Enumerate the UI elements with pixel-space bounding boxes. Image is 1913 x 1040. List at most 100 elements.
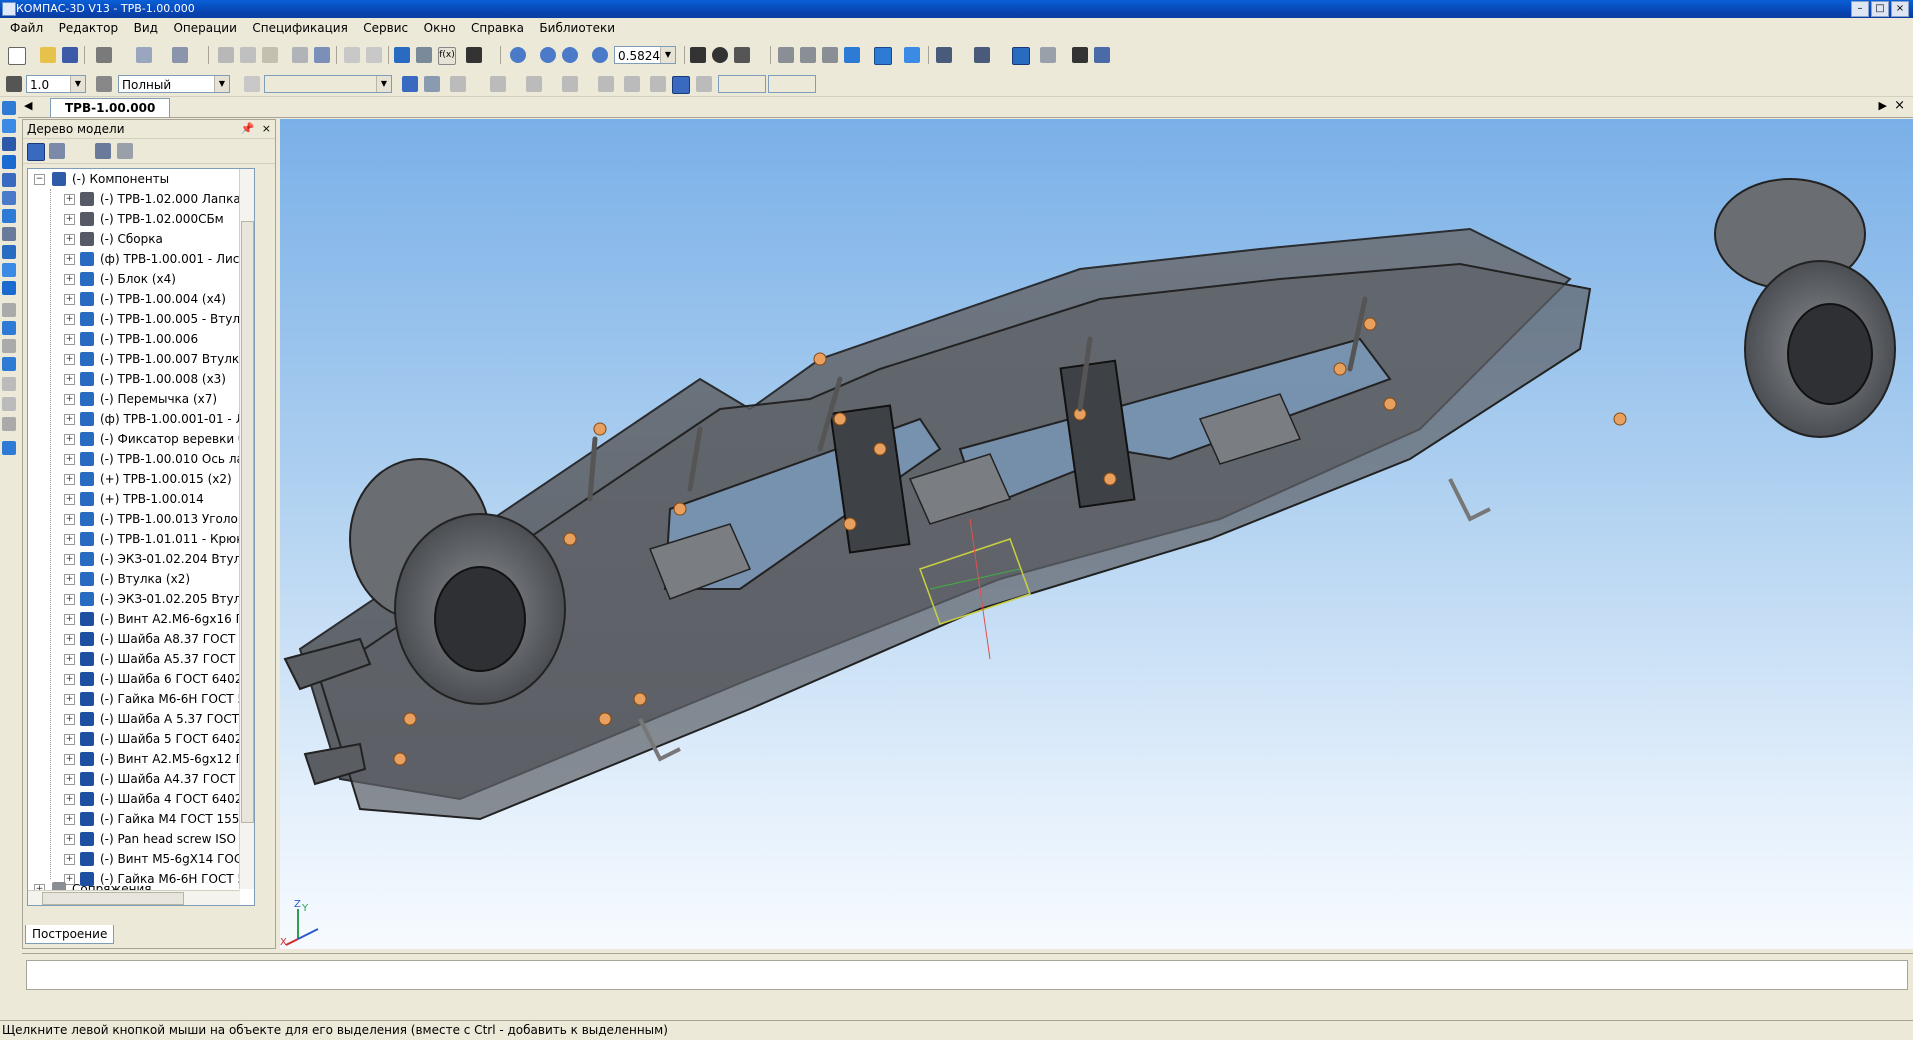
undo-icon[interactable] <box>344 47 360 63</box>
expand-icon[interactable]: + <box>64 574 75 585</box>
collision-icon[interactable] <box>2 441 16 455</box>
new-document-icon[interactable] <box>8 47 26 65</box>
document-close-icon[interactable]: × <box>1894 98 1905 113</box>
tree-horizontal-scrollbar[interactable] <box>28 890 240 905</box>
maximize-button[interactable]: □ <box>1871 1 1889 17</box>
x-coordinate-field[interactable] <box>718 75 766 93</box>
3d-viewport[interactable]: X Y Z <box>280 119 1913 949</box>
coordinates-icon[interactable] <box>598 76 614 92</box>
layers-icon[interactable] <box>1040 47 1056 63</box>
zoom-window-icon[interactable] <box>510 47 526 63</box>
minimize-button[interactable]: – <box>1851 1 1869 17</box>
copy-icon[interactable] <box>240 47 256 63</box>
context-help-icon[interactable] <box>466 47 482 63</box>
cursor-icon[interactable] <box>450 76 466 92</box>
settings-icon[interactable] <box>1094 47 1110 63</box>
expand-icon[interactable]: + <box>64 594 75 605</box>
open-folder-icon[interactable] <box>40 47 56 63</box>
filter-icon[interactable] <box>936 47 952 63</box>
display-mode-select[interactable]: Полный ▼ <box>118 75 230 93</box>
display-mode-dropdown-icon[interactable]: ▼ <box>214 76 229 92</box>
rotate-icon[interactable] <box>712 47 728 63</box>
paste-icon[interactable] <box>262 47 278 63</box>
expand-icon[interactable]: + <box>64 294 75 305</box>
select-filter-icon[interactable] <box>974 47 990 63</box>
expand-icon[interactable]: + <box>64 534 75 545</box>
properties-icon[interactable] <box>314 47 330 63</box>
xy-icon[interactable] <box>696 76 712 92</box>
expand-icon[interactable]: + <box>64 614 75 625</box>
manager-icon[interactable] <box>172 47 188 63</box>
expand-icon[interactable]: + <box>64 694 75 705</box>
diagnostics-icon[interactable] <box>2 377 16 391</box>
menu-operations[interactable]: Операции <box>167 18 242 38</box>
expand-icon[interactable]: + <box>64 214 75 225</box>
preview-icon[interactable] <box>136 47 152 63</box>
relations-icon[interactable] <box>95 143 111 159</box>
expand-icon[interactable]: + <box>64 554 75 565</box>
shaded-icon[interactable] <box>844 47 860 63</box>
thin-lines-icon[interactable] <box>822 47 838 63</box>
expand-icon[interactable]: + <box>64 854 75 865</box>
expand-icon[interactable]: + <box>64 794 75 805</box>
expand-icon[interactable]: + <box>64 654 75 665</box>
menu-window[interactable]: Окно <box>418 18 462 38</box>
filter-selection-icon[interactable] <box>2 209 16 223</box>
pan-icon[interactable] <box>690 47 706 63</box>
library-manager-icon[interactable] <box>1072 47 1088 63</box>
zoom-field[interactable]: 0.5824 ▼ <box>614 46 676 64</box>
tree-settings-icon[interactable] <box>117 143 133 159</box>
snap-icon[interactable] <box>1012 47 1030 65</box>
expand-icon[interactable]: + <box>64 374 75 385</box>
expand-icon[interactable]: + <box>64 234 75 245</box>
sheet-metal-icon[interactable] <box>2 321 16 335</box>
pin-icon[interactable]: 📌 <box>241 122 255 135</box>
aux-geometry-icon[interactable] <box>2 173 16 187</box>
zoom-in-icon[interactable] <box>540 47 556 63</box>
expand-icon[interactable]: + <box>64 734 75 745</box>
library-icon[interactable] <box>2 357 16 371</box>
print-icon[interactable] <box>96 47 112 63</box>
menu-view[interactable]: Вид <box>128 18 164 38</box>
style-icon[interactable] <box>244 76 260 92</box>
expand-icon[interactable]: + <box>64 674 75 685</box>
expand-icon[interactable]: + <box>64 334 75 345</box>
function-icon[interactable]: f(x) <box>438 47 456 65</box>
close-button[interactable]: × <box>1891 1 1909 17</box>
expand-icon[interactable]: + <box>64 774 75 785</box>
orientation-icon[interactable] <box>734 47 750 63</box>
wireframe-icon[interactable] <box>778 47 794 63</box>
tab-construction[interactable]: Построение <box>25 925 115 944</box>
snaps-icon[interactable] <box>562 76 578 92</box>
zoom-out-icon[interactable] <box>562 47 578 63</box>
surfaces-icon[interactable] <box>2 281 16 295</box>
expand-icon[interactable]: + <box>64 514 75 525</box>
command-line[interactable] <box>26 960 1908 990</box>
local-cs-icon[interactable] <box>402 76 418 92</box>
expand-icon[interactable]: + <box>64 454 75 465</box>
expand-icon[interactable]: + <box>64 354 75 365</box>
expand-icon[interactable]: + <box>64 254 75 265</box>
step-dropdown-icon[interactable]: ▼ <box>70 76 85 92</box>
angle-icon[interactable] <box>624 76 640 92</box>
expand-icon[interactable]: + <box>64 194 75 205</box>
step-field[interactable]: 1.0 ▼ <box>26 75 86 93</box>
reports-icon[interactable] <box>2 245 16 259</box>
zoom-dropdown-icon[interactable]: ▼ <box>660 47 675 63</box>
dimensions-icon[interactable] <box>2 263 16 277</box>
panel-close-icon[interactable]: × <box>262 122 271 135</box>
menu-file[interactable]: Файл <box>0 18 49 38</box>
tree-view-icon[interactable] <box>49 143 65 159</box>
document-tab[interactable]: ТРВ-1.00.000 <box>50 98 171 117</box>
editing-icon[interactable] <box>2 119 16 133</box>
tree-vertical-scrollbar[interactable] <box>239 169 254 889</box>
grid-icon[interactable] <box>526 76 542 92</box>
format-painter-icon[interactable] <box>292 47 308 63</box>
tabs-scroll-left-icon[interactable]: ◀ <box>24 99 32 112</box>
menu-edit[interactable]: Редактор <box>53 18 124 38</box>
assembly-model[interactable]: X Y Z <box>280 119 1913 949</box>
tree-structure-icon[interactable] <box>27 143 45 161</box>
section-icon[interactable] <box>2 397 16 411</box>
mates-icon[interactable] <box>2 339 16 353</box>
ortho-icon[interactable] <box>490 76 506 92</box>
